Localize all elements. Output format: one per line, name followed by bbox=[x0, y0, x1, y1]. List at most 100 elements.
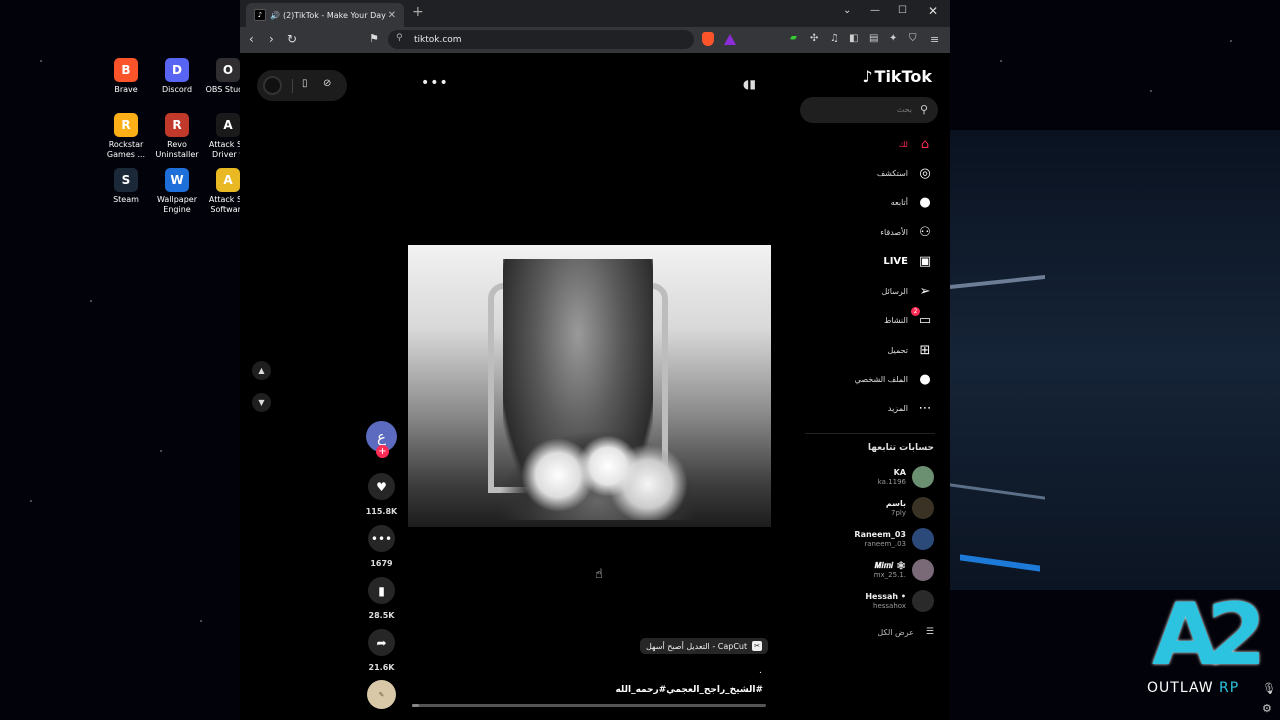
nav-glyph: ◎ bbox=[919, 165, 931, 181]
capcut-icon: ✂ bbox=[752, 641, 763, 651]
minimize-button[interactable]: — bbox=[870, 5, 880, 16]
avatar bbox=[912, 559, 934, 581]
close-window-button[interactable]: ✕ bbox=[928, 4, 938, 18]
comment-button[interactable]: ••• bbox=[368, 525, 395, 552]
more-icon: ⋯ bbox=[916, 399, 934, 417]
site-info-icon[interactable]: ⚲ bbox=[396, 33, 403, 43]
sidebar-item[interactable]: ▭ 2 النشاط bbox=[883, 307, 934, 330]
sidebar-item-label: LIVE bbox=[883, 255, 908, 267]
search-input[interactable]: ⚲ بحث bbox=[800, 97, 938, 123]
app-icon: W bbox=[165, 168, 189, 192]
followed-account[interactable]: Hessah • hessahox bbox=[865, 588, 934, 614]
nav-glyph: ● bbox=[919, 194, 931, 210]
sidebar-item-label: لك bbox=[898, 139, 908, 149]
compass-small-icon[interactable]: ⊘ bbox=[323, 78, 331, 89]
nav-glyph: ● bbox=[919, 371, 931, 387]
toolbar: ‹ › ↻ ⚑ ⚲ tiktok.com ▰ ✣ ♫ ◧ ▤ ✦ ⛉ ≡ bbox=[240, 27, 950, 53]
tiktok-favicon-icon: ♪ bbox=[254, 9, 266, 21]
list-icon: ☰ bbox=[925, 627, 934, 637]
video-frame[interactable] bbox=[408, 245, 771, 527]
menu-icon[interactable]: ≡ bbox=[930, 33, 939, 46]
reload-icon[interactable]: ↻ bbox=[287, 32, 297, 46]
mouse-cursor-icon: ☝ bbox=[595, 567, 603, 582]
account-name: 𝑴𝒊𝒎𝒊 🕸 bbox=[874, 560, 906, 570]
account-name: Hessah • bbox=[865, 591, 906, 601]
microphone-icon[interactable]: 🎙 bbox=[1262, 682, 1276, 695]
share-button[interactable]: ➦ bbox=[368, 629, 395, 656]
volume-icon[interactable]: ◖▮ bbox=[743, 77, 756, 91]
maximize-button[interactable]: ☐ bbox=[898, 5, 907, 16]
avatar bbox=[912, 466, 934, 488]
browser-tab[interactable]: ♪ 🔊 (2)TikTok - Make Your Day ✕ bbox=[246, 3, 404, 27]
video-caption[interactable]: #الشيخ_راجح_العجمي#رحمه_الله bbox=[615, 685, 763, 695]
nav-glyph: ⊞ bbox=[919, 342, 931, 358]
sidebar-item[interactable]: ⌂ لك bbox=[899, 134, 934, 154]
profile-avatar-icon: ● bbox=[916, 370, 934, 388]
sidebar-item-label: الرسائل bbox=[881, 286, 909, 296]
creator-avatar[interactable]: ع + bbox=[366, 421, 397, 458]
wallet-icon[interactable]: ▤ bbox=[869, 33, 878, 44]
brave-shield-icon[interactable] bbox=[702, 32, 714, 46]
browser-window: ♪ 🔊 (2)TikTok - Make Your Day ✕ + ⌄ — ☐ … bbox=[240, 0, 950, 720]
follow-plus-icon[interactable]: + bbox=[376, 445, 389, 458]
previous-video-button[interactable]: ▲ bbox=[252, 361, 271, 380]
sidebar-item[interactable]: ● الملف الشخصي bbox=[855, 369, 934, 389]
vpn-shield-icon[interactable]: ⛉ bbox=[909, 33, 917, 44]
app-icon: B bbox=[114, 58, 138, 82]
theme-toggle[interactable] bbox=[263, 76, 282, 95]
close-tab-icon[interactable]: ✕ bbox=[388, 10, 396, 21]
star bbox=[160, 450, 162, 452]
live-icon: ▣ bbox=[916, 252, 934, 270]
sidebar-toggle-icon[interactable]: ◧ bbox=[849, 33, 858, 44]
url-text: tiktok.com bbox=[414, 34, 462, 45]
sidebar-item-label: النشاط bbox=[883, 315, 908, 325]
tiktok-logo[interactable]: ♪ TikTok bbox=[862, 67, 932, 86]
sidebar-item[interactable]: ◎ استكشف bbox=[877, 163, 934, 183]
audio-playing-icon[interactable]: 🔊 bbox=[270, 11, 280, 20]
video-progress-bar[interactable] bbox=[412, 704, 766, 707]
nav-glyph: ⌂ bbox=[920, 136, 930, 152]
sidebar-item[interactable]: ⋯ المزيد bbox=[888, 398, 934, 418]
followed-account[interactable]: Raneem_03 raneem_.03 bbox=[854, 526, 934, 552]
followed-account[interactable]: باسم 7ply bbox=[886, 495, 934, 521]
forward-icon[interactable]: › bbox=[269, 32, 274, 46]
music-disc-icon[interactable]: ✎ bbox=[367, 680, 396, 709]
brave-rewards-icon[interactable] bbox=[724, 34, 736, 45]
tab-search-icon[interactable]: ⌄ bbox=[843, 5, 851, 16]
new-tab-button[interactable]: + bbox=[412, 4, 424, 20]
friends-icon: ⚇ bbox=[916, 223, 934, 241]
search-icon[interactable]: ⚲ bbox=[920, 103, 928, 116]
sidebar-item[interactable]: ⊞ تحميل bbox=[888, 340, 935, 360]
account-name: Raneem_03 bbox=[854, 529, 906, 539]
save-button[interactable]: ▮ bbox=[368, 577, 395, 604]
bookmark-icon[interactable]: ⚑ bbox=[369, 32, 379, 45]
extensions-icon[interactable]: ✣ bbox=[810, 33, 818, 44]
followed-account[interactable]: 𝑴𝒊𝒎𝒊 🕸 mx_25.1. bbox=[874, 557, 934, 583]
see-all-button[interactable]: ☰ عرض الكل bbox=[877, 627, 934, 637]
sidebar-item-label: تحميل bbox=[887, 345, 909, 355]
extension-rec-icon[interactable]: ▰ bbox=[790, 33, 797, 43]
mobile-icon[interactable]: ▯ bbox=[302, 78, 308, 89]
tiktok-note-icon: ♪ bbox=[862, 67, 873, 86]
star bbox=[90, 300, 92, 302]
avatar-letter: ع bbox=[377, 427, 386, 446]
like-button[interactable]: ♥ bbox=[368, 473, 395, 500]
back-icon[interactable]: ‹ bbox=[249, 32, 254, 46]
media-icon[interactable]: ♫ bbox=[830, 33, 839, 44]
more-options-icon[interactable]: ••• bbox=[421, 75, 449, 91]
account-username: 7ply bbox=[891, 508, 906, 517]
address-bar[interactable]: ⚲ tiktok.com bbox=[388, 30, 694, 49]
share-count: 21.6K bbox=[368, 663, 395, 672]
title-bar: ♪ 🔊 (2)TikTok - Make Your Day ✕ + ⌄ — ☐ … bbox=[240, 0, 950, 27]
followed-account[interactable]: KA ka.1196 bbox=[878, 464, 934, 490]
leo-ai-icon[interactable]: ✦ bbox=[889, 33, 897, 44]
sidebar-item[interactable]: ⚇ الأصدقاء bbox=[880, 222, 934, 242]
sidebar-item[interactable]: ▣ LIVE bbox=[883, 251, 934, 271]
sidebar-item[interactable]: ● أتابعه bbox=[891, 192, 934, 212]
settings-icon[interactable]: ⚙ bbox=[1262, 702, 1272, 715]
capcut-badge[interactable]: ✂ CapCut - التعديل أصبح أسهل bbox=[640, 638, 769, 654]
sidebar-item[interactable]: ➢ الرسائل bbox=[882, 281, 935, 301]
caption-dot: . bbox=[759, 666, 762, 676]
next-video-button[interactable]: ▼ bbox=[252, 393, 271, 412]
following-accounts-header: حسابات تتابعها bbox=[867, 443, 934, 453]
